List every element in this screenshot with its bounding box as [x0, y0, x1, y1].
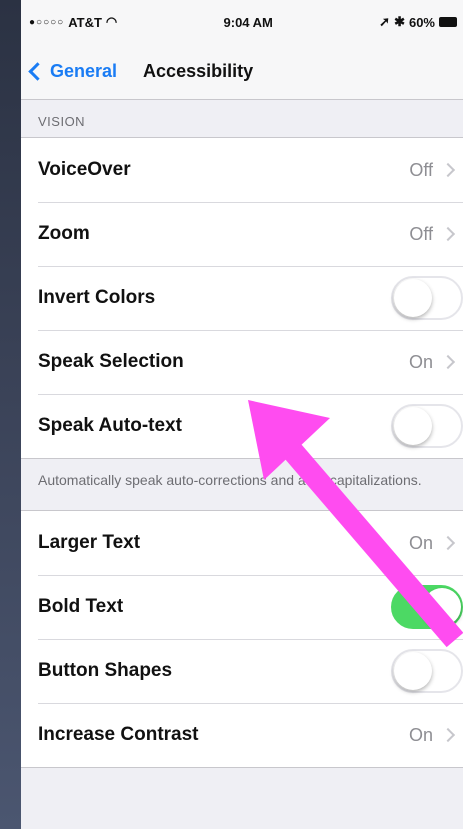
- chevron-right-icon: [440, 162, 456, 178]
- chevron-right-icon: [440, 535, 456, 551]
- carrier-label: AT&T: [68, 14, 102, 30]
- row-button-shapes: Button Shapes: [21, 639, 463, 703]
- row-accessory: On: [409, 725, 463, 746]
- toggle-knob: [394, 652, 432, 690]
- row-label: Zoom: [38, 223, 90, 244]
- status-left: ●○○○○ AT&T ◠: [29, 14, 117, 30]
- phone-screen: ●○○○○ AT&T ◠ 9:04 AM ➚ ✱ 60% General Acc…: [21, 0, 463, 829]
- battery-percent: 60%: [408, 14, 435, 30]
- chevron-right-icon: [440, 354, 456, 370]
- row-value: On: [408, 532, 433, 553]
- row-value: Off: [409, 159, 433, 180]
- location-icon: ➚: [379, 14, 391, 29]
- row-label: Bold Text: [38, 596, 124, 617]
- invert-colors-toggle[interactable]: [391, 276, 463, 320]
- back-button[interactable]: General: [21, 61, 117, 82]
- row-accessory: [391, 404, 463, 448]
- row-label: Speak Selection: [38, 351, 184, 372]
- row-value: Off: [409, 223, 433, 244]
- section-header-vision: VISION: [38, 114, 86, 129]
- row-accessory: Off: [409, 160, 463, 181]
- text-group: Larger Text On Bold Text Button Shapes I…: [21, 510, 463, 768]
- row-label: Button Shapes: [38, 660, 173, 681]
- row-accessory: [391, 276, 463, 320]
- signal-dots-icon: ●○○○○: [29, 16, 65, 28]
- speak-auto-text-toggle[interactable]: [391, 404, 463, 448]
- row-accessory: On: [409, 352, 463, 373]
- wifi-icon: ◠: [105, 14, 118, 29]
- back-button-label: General: [50, 61, 118, 81]
- row-zoom[interactable]: Zoom Off: [21, 202, 463, 266]
- row-speak-auto-text: Speak Auto-text: [21, 394, 463, 458]
- row-label: VoiceOver: [38, 159, 131, 180]
- row-label: Increase Contrast: [38, 724, 199, 745]
- row-larger-text[interactable]: Larger Text On: [21, 511, 463, 575]
- bold-text-toggle[interactable]: [391, 585, 463, 629]
- toggle-knob: [394, 407, 432, 445]
- row-value: On: [408, 351, 433, 372]
- status-bar: ●○○○○ AT&T ◠ 9:04 AM ➚ ✱ 60%: [21, 0, 463, 44]
- row-invert-colors: Invert Colors: [21, 266, 463, 330]
- row-label: Invert Colors: [38, 287, 156, 308]
- clock: 9:04 AM: [223, 14, 273, 30]
- row-voiceover[interactable]: VoiceOver Off: [21, 138, 463, 202]
- status-right: ➚ ✱ 60%: [379, 14, 457, 30]
- section-footnote: Automatically speak auto-corrections and…: [38, 472, 422, 488]
- vision-group: VoiceOver Off Zoom Off Invert Colors Spe…: [21, 137, 463, 459]
- navigation-bar: General Accessibility: [21, 44, 463, 100]
- battery-icon: [439, 17, 457, 27]
- row-accessory: [391, 585, 463, 629]
- row-increase-contrast[interactable]: Increase Contrast On: [21, 703, 463, 767]
- row-bold-text: Bold Text: [21, 575, 463, 639]
- row-accessory: On: [409, 533, 463, 554]
- button-shapes-toggle[interactable]: [391, 649, 463, 693]
- row-accessory: [391, 649, 463, 693]
- row-label: Larger Text: [38, 532, 141, 553]
- row-speak-selection[interactable]: Speak Selection On: [21, 330, 463, 394]
- toggle-knob: [423, 588, 461, 626]
- chevron-left-icon: [28, 62, 47, 81]
- row-value: On: [408, 724, 433, 745]
- row-accessory: Off: [409, 224, 463, 245]
- page-title: Accessibility: [143, 61, 254, 81]
- chevron-right-icon: [440, 226, 456, 242]
- row-label: Speak Auto-text: [38, 415, 182, 436]
- toggle-knob: [394, 279, 432, 317]
- bluetooth-icon: ✱: [394, 14, 405, 29]
- chevron-right-icon: [440, 727, 456, 743]
